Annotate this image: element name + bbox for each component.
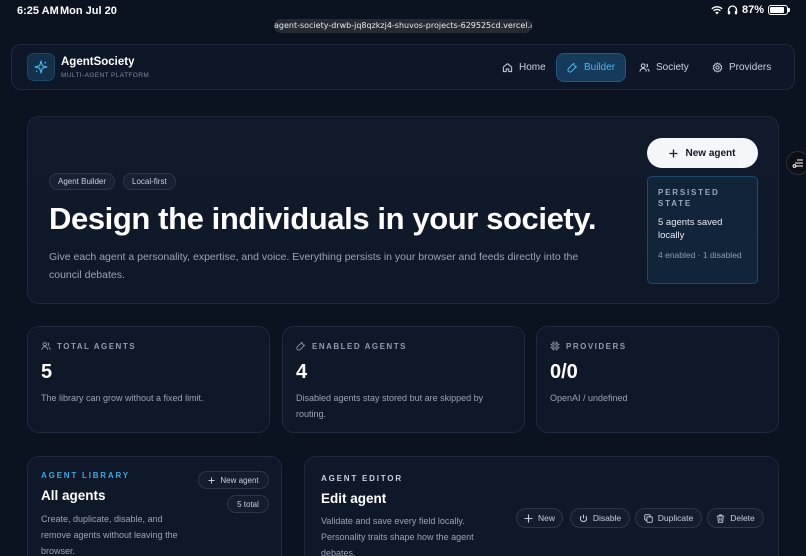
editor-new-button[interactable]: New (516, 508, 563, 528)
stat-label: TOTAL AGENTS (41, 341, 136, 351)
library-total-text: 5 total (237, 499, 259, 509)
editor-new-label: New (537, 513, 555, 523)
stat-label-text: TOTAL AGENTS (57, 341, 137, 351)
brand-subtitle: MULTI-AGENT PLATFORM (61, 72, 150, 79)
status-date: Mon Jul 20 (60, 5, 117, 17)
plus-icon (524, 514, 533, 522)
hero-description: Give each agent a personality, expertise… (49, 251, 579, 281)
sparkle-logo-icon[interactable] (27, 53, 55, 81)
nav-builder[interactable]: Builder (556, 53, 627, 82)
battery-icon (768, 5, 790, 15)
brand-name[interactable]: AgentSociety (61, 56, 135, 68)
editor-delete-button[interactable]: Delete (707, 508, 764, 528)
wrench-icon (567, 62, 577, 73)
persisted-state-label: PERSISTED STATE (658, 188, 720, 208)
editor-disable-button[interactable]: Disable (570, 508, 630, 528)
stat-description: OpenAI / undefined (550, 393, 628, 403)
users-icon (41, 342, 51, 350)
stat-description: Disabled agents stay stored but are skip… (296, 393, 484, 419)
stat-value: 4 (296, 361, 308, 383)
headphones-icon (727, 5, 738, 15)
nav-home[interactable]: Home (492, 53, 556, 82)
wrench-icon (296, 341, 306, 351)
wifi-icon (711, 6, 723, 15)
stat-value: 5 (41, 361, 53, 383)
sliders-icon (792, 159, 803, 168)
persisted-enabled-summary: 4 enabled · 1 disabled (658, 250, 742, 260)
new-agent-button[interactable]: New agent (647, 138, 758, 168)
agent-editor-panel: AGENT EDITOR Edit agent Validate and sav… (304, 456, 779, 556)
stat-card-enabled-agents: ENABLED AGENTS 4 Disabled agents stay st… (282, 326, 525, 433)
stat-card-total-agents: TOTAL AGENTS 5 The library can grow with… (27, 326, 270, 433)
nav-providers[interactable]: Providers (702, 53, 781, 82)
agent-library-label: AGENT LIBRARY (41, 471, 130, 480)
nav-home-label: Home (519, 62, 546, 73)
persisted-saved-count: 5 agents saved locally (658, 217, 723, 241)
stat-description: The library can grow without a fixed lim… (41, 393, 204, 403)
url-bar[interactable]: agent-society-drwb-jq8qzkzj4-shuvos-proj… (274, 19, 532, 33)
editor-duplicate-button[interactable]: Duplicate (635, 508, 702, 528)
library-new-agent-label: New agent (220, 475, 259, 485)
new-agent-label: New agent (685, 147, 736, 159)
library-new-agent-button[interactable]: New agent (198, 471, 269, 489)
agent-library-description: Create, duplicate, disable, and remove a… (41, 514, 178, 556)
editor-delete-label: Delete (730, 513, 755, 523)
nav-society[interactable]: Society (629, 53, 699, 82)
stat-label-text: ENABLED AGENTS (312, 341, 407, 351)
agent-editor-label: AGENT EDITOR (321, 474, 403, 483)
nav-providers-label: Providers (729, 62, 772, 73)
trash-icon (717, 514, 725, 523)
status-right: 87% (711, 4, 790, 16)
stat-card-providers: PROVIDERS 0/0 OpenAI / undefined (536, 326, 779, 433)
chip-agent-builder: Agent Builder (49, 173, 116, 190)
agent-library-title: All agents (41, 488, 106, 503)
stat-value: 0/0 (550, 361, 578, 383)
users-icon (639, 63, 650, 72)
nav-society-label: Society (656, 62, 689, 73)
power-icon (579, 514, 587, 522)
stat-label: PROVIDERS (550, 341, 627, 351)
agent-editor-title: Edit agent (321, 491, 387, 506)
agent-library-panel: AGENT LIBRARY All agents Create, duplica… (27, 456, 282, 556)
home-icon (502, 63, 513, 73)
page-title: Design the individuals in your society. (49, 201, 597, 236)
gear-icon (712, 62, 723, 73)
side-settings-tab[interactable] (786, 151, 806, 175)
plus-icon (669, 149, 678, 157)
hero-section: Agent Builder Local-first Design the ind… (27, 116, 779, 304)
nav-builder-label: Builder (584, 62, 616, 73)
cpu-icon (550, 341, 560, 351)
editor-duplicate-label: Duplicate (657, 513, 694, 523)
library-total-badge: 5 total (227, 495, 269, 513)
agent-editor-description: Validate and save every field locally. P… (321, 516, 474, 556)
persisted-state-card: PERSISTED STATE 5 agents saved locally 4… (647, 176, 758, 284)
top-nav: AgentSociety MULTI-AGENT PLATFORM Home B… (11, 44, 795, 90)
stat-label: ENABLED AGENTS (296, 341, 407, 351)
plus-icon (208, 476, 215, 484)
chip-local-first: Local-first (123, 173, 176, 190)
battery-percent: 87% (741, 4, 764, 16)
editor-disable-label: Disable (592, 513, 622, 523)
stat-label-text: PROVIDERS (566, 341, 627, 351)
copy-icon (644, 513, 653, 523)
status-time: 6:25 AM (17, 5, 59, 17)
